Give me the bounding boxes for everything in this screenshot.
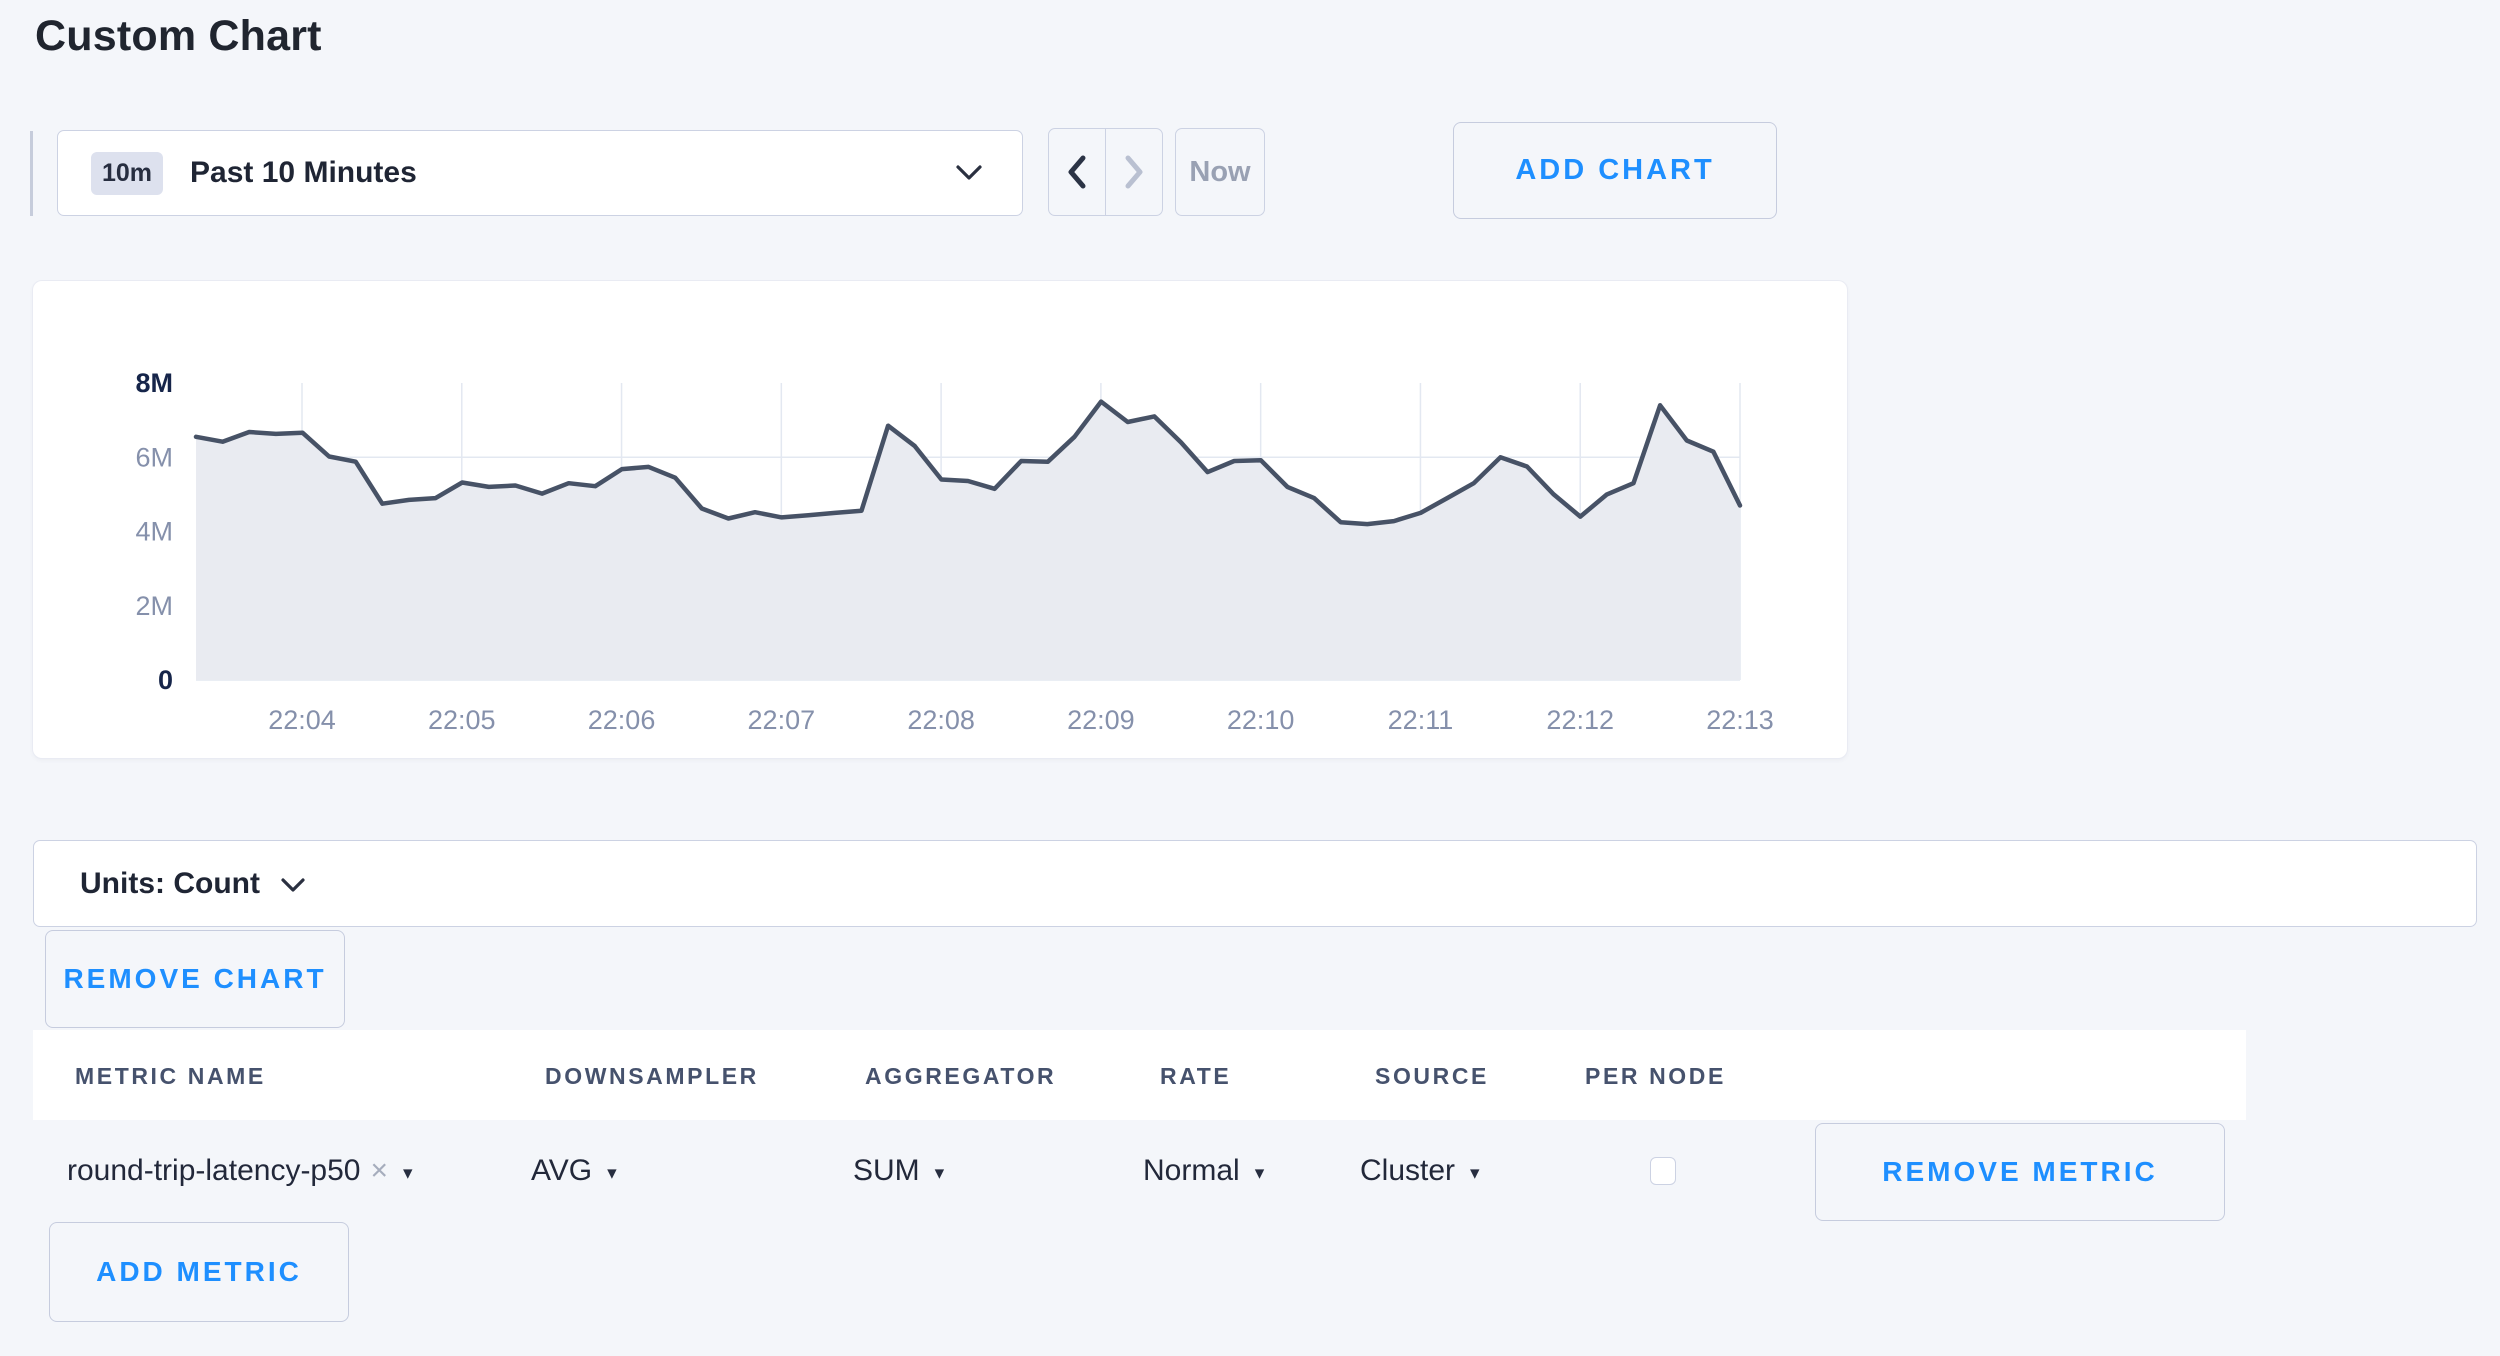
column-header-rate: RATE xyxy=(1160,1030,1231,1120)
aggregator-dropdown[interactable]: SUM ▾ xyxy=(853,1120,944,1222)
remove-tag-icon[interactable]: × xyxy=(370,1154,388,1188)
column-header-metric-name: METRIC NAME xyxy=(75,1030,266,1120)
units-dropdown[interactable]: Units: Count xyxy=(33,840,2477,927)
toolbar-divider xyxy=(30,131,33,216)
metric-name-value: round-trip-latency-p50 xyxy=(67,1154,360,1188)
caret-down-icon: ▾ xyxy=(935,1158,945,1185)
metric-row: round-trip-latency-p50 × ▾ AVG ▾ SUM ▾ N… xyxy=(33,1120,2477,1222)
metric-name-dropdown[interactable]: round-trip-latency-p50 × ▾ xyxy=(67,1120,413,1222)
time-range-badge: 10m xyxy=(91,152,163,195)
remove-metric-button[interactable]: REMOVE METRIC xyxy=(1815,1123,2225,1221)
axis-tick-label: 22:10 xyxy=(1227,705,1295,735)
time-pager xyxy=(1048,128,1163,216)
timeseries-chart: 0 2M 4M 6M 8M 22:04 22:05 22:06 22:07 22:08 22:09 2… xyxy=(33,281,1847,758)
caret-down-icon: ▾ xyxy=(607,1158,617,1185)
caret-down-icon: ▾ xyxy=(403,1158,413,1185)
rate-dropdown[interactable]: Normal ▾ xyxy=(1143,1120,1264,1222)
source-value: Cluster xyxy=(1360,1154,1455,1188)
chevron-down-icon xyxy=(954,162,984,184)
axis-tick-label: 22:09 xyxy=(1067,705,1135,735)
chevron-down-icon xyxy=(280,876,306,895)
axis-tick-label: 22:07 xyxy=(748,705,816,735)
column-header-downsampler: DOWNSAMPLER xyxy=(545,1030,759,1120)
time-range-dropdown[interactable]: 10m Past 10 Minutes xyxy=(57,130,1023,216)
per-node-checkbox[interactable] xyxy=(1650,1157,1676,1185)
rate-value: Normal xyxy=(1143,1154,1240,1188)
remove-chart-button[interactable]: REMOVE CHART xyxy=(45,930,345,1028)
downsampler-value: AVG xyxy=(531,1154,592,1188)
chevron-right-icon xyxy=(1123,154,1145,190)
column-header-source: SOURCE xyxy=(1375,1030,1489,1120)
axis-tick-label: 8M xyxy=(135,368,173,398)
column-header-aggregator: AGGREGATOR xyxy=(865,1030,1056,1120)
axis-tick-label: 4M xyxy=(135,517,173,547)
metrics-table-header: METRIC NAME DOWNSAMPLER AGGREGATOR RATE … xyxy=(33,1030,2246,1120)
axis-tick-label: 22:12 xyxy=(1546,705,1614,735)
column-header-per-node: PER NODE xyxy=(1585,1030,1726,1120)
units-label: Units: Count xyxy=(80,867,260,901)
aggregator-value: SUM xyxy=(853,1154,920,1188)
add-metric-button[interactable]: ADD METRIC xyxy=(49,1222,349,1322)
now-button[interactable]: Now xyxy=(1175,128,1265,216)
chevron-left-icon xyxy=(1066,154,1088,190)
axis-tick-label: 22:08 xyxy=(907,705,975,735)
next-timeframe-button[interactable] xyxy=(1106,129,1162,215)
prev-timeframe-button[interactable] xyxy=(1049,129,1106,215)
area-fill xyxy=(196,402,1740,680)
axis-tick-label: 2M xyxy=(135,591,173,621)
axis-tick-label: 22:06 xyxy=(588,705,656,735)
add-chart-button[interactable]: ADD CHART xyxy=(1453,122,1777,219)
chart-card: 0 2M 4M 6M 8M 22:04 22:05 22:06 22:07 22:08 22:09 2… xyxy=(33,281,1847,758)
axis-tick-label: 6M xyxy=(135,442,173,472)
page-title: Custom Chart xyxy=(35,12,322,61)
time-range-label: Past 10 Minutes xyxy=(190,156,417,190)
axis-tick-label: 22:04 xyxy=(268,705,336,735)
caret-down-icon: ▾ xyxy=(1470,1158,1480,1185)
axis-tick-label: 22:05 xyxy=(428,705,496,735)
axis-tick-label: 22:13 xyxy=(1706,705,1774,735)
downsampler-dropdown[interactable]: AVG ▾ xyxy=(531,1120,617,1222)
axis-tick-label: 22:11 xyxy=(1388,705,1454,735)
axis-tick-label: 0 xyxy=(158,665,173,695)
caret-down-icon: ▾ xyxy=(1255,1158,1265,1185)
source-dropdown[interactable]: Cluster ▾ xyxy=(1360,1120,1480,1222)
